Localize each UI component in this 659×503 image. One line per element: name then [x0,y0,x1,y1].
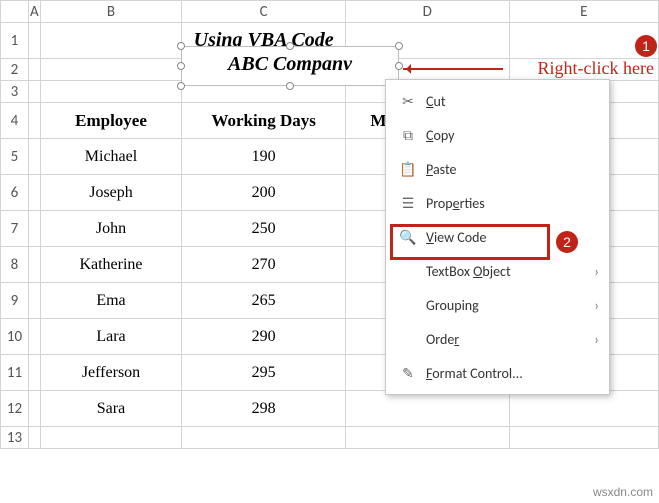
cell-days[interactable]: 250 [182,211,346,247]
menu-grouping[interactable]: Grouping › [386,288,609,322]
resize-handle[interactable] [395,42,403,50]
row-header[interactable]: 9 [1,283,29,319]
properties-icon: ☰ [396,195,420,212]
watermark: wsxdn.com [593,485,653,499]
row-header[interactable]: 13 [1,427,29,449]
menu-paste[interactable]: 📋 Paste [386,152,609,186]
scissors-icon: ✂ [396,93,420,110]
resize-handle[interactable] [177,42,185,50]
col-header-D[interactable]: D [345,1,509,23]
textbox-text: ABC Companv [182,47,398,76]
paste-icon: 📋 [396,161,420,178]
col-header-C[interactable]: C [182,1,346,23]
menu-format-control[interactable]: ✎ Format Control... [386,356,609,390]
cell-days[interactable]: 200 [182,175,346,211]
resize-handle[interactable] [286,42,294,50]
cell-emp[interactable]: Lara [40,319,182,355]
col-header-B[interactable]: B [40,1,182,23]
row-header[interactable]: 4 [1,103,29,139]
chevron-right-icon: › [594,297,599,314]
cell-emp[interactable]: Ema [40,283,182,319]
textbox-object[interactable]: ABC Companv [181,46,399,86]
annotation-badge-1: 1 [635,35,657,57]
cell-days[interactable]: 265 [182,283,346,319]
cell-days[interactable]: 295 [182,355,346,391]
row-header[interactable]: 2 [1,59,29,81]
menu-copy[interactable]: ⧉ Copy [386,118,609,152]
chevron-right-icon: › [594,263,599,280]
col-header-A[interactable]: A [28,1,40,23]
cell-days[interactable]: 270 [182,247,346,283]
resize-handle[interactable] [177,62,185,70]
annotation-badge-2: 2 [556,231,578,253]
cell-emp[interactable]: John [40,211,182,247]
cell-days[interactable]: 190 [182,139,346,175]
cell-emp[interactable]: Joseph [40,175,182,211]
view-code-icon: 🔍 [396,229,420,246]
format-icon: ✎ [396,365,420,382]
col-header-E[interactable]: E [509,1,658,23]
annotation-arrow [403,68,503,70]
cell-days[interactable]: 290 [182,319,346,355]
row-header[interactable]: 7 [1,211,29,247]
menu-cut[interactable]: ✂ CuCutt [386,84,609,118]
row-header[interactable]: 5 [1,139,29,175]
row-header[interactable]: 3 [1,81,29,103]
menu-order[interactable]: Order › [386,322,609,356]
annotation-text: Right-click here [538,58,654,79]
copy-icon: ⧉ [396,127,420,144]
row-header[interactable]: 6 [1,175,29,211]
select-all-corner[interactable] [1,1,29,23]
cell-emp[interactable]: Jefferson [40,355,182,391]
row-header[interactable]: 1 [1,23,29,59]
menu-textbox-object[interactable]: TextBox Object › [386,254,609,288]
resize-handle[interactable] [286,82,294,90]
row-header[interactable]: 12 [1,391,29,427]
table-header-employee: Employee [40,103,182,139]
row-header[interactable]: 11 [1,355,29,391]
cell-salary[interactable] [345,391,509,427]
cell-emp[interactable]: Sara [40,391,182,427]
cell-emp[interactable]: Katherine [40,247,182,283]
menu-properties[interactable]: ☰ Properties [386,186,609,220]
table-header-days: Working Days [182,103,346,139]
row-header[interactable]: 8 [1,247,29,283]
row-header[interactable]: 10 [1,319,29,355]
cell-emp[interactable]: Michael [40,139,182,175]
cell-days[interactable]: 298 [182,391,346,427]
chevron-right-icon: › [594,331,599,348]
resize-handle[interactable] [177,82,185,90]
